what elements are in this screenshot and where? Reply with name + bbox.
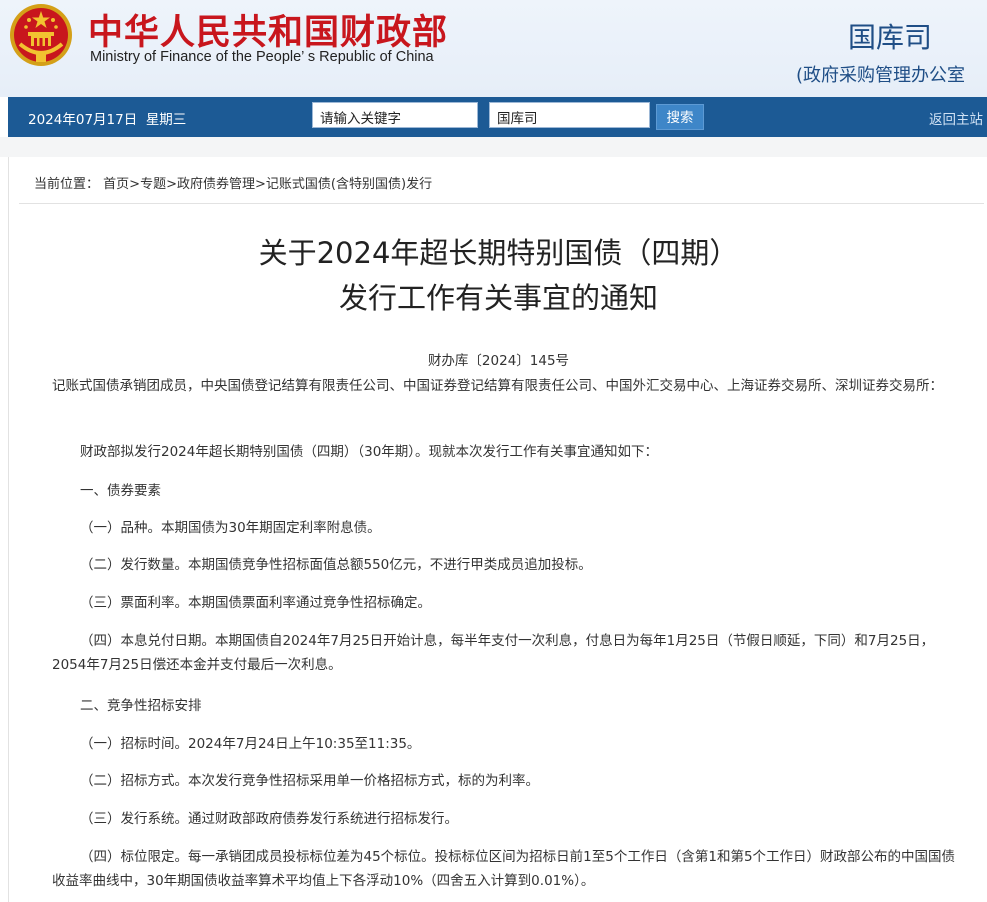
page-background-gap — [0, 137, 987, 157]
site-header: 中华人民共和国财政部 Ministry of Finance of the Pe… — [0, 0, 987, 97]
return-home-link[interactable]: 返回主站 — [929, 108, 983, 128]
breadcrumb-prefix: 当前位置： — [34, 177, 100, 192]
article-title-line1: 关于2024年超长期特别国债（四期） — [258, 236, 739, 270]
content-panel: 当前位置： 首页>专题>政府债券管理>记账式国债(含特别国债)发行 关于2024… — [8, 157, 987, 902]
document-number: 财办库〔2024〕145号 — [427, 353, 570, 369]
breadcrumb-separator: > — [129, 177, 141, 192]
search-button[interactable]: 搜索 — [656, 104, 704, 130]
site-title-cn[interactable]: 中华人民共和国财政部 — [88, 4, 448, 55]
weekday-text: 星期三 — [145, 112, 187, 128]
keyword-search-input[interactable]: 请输入关键字 — [312, 102, 478, 128]
section-heading-2: 二、竞争性招标安排 — [80, 698, 202, 714]
paragraph-s1-3: （三）票面利率。本期国债票面利率通过竞争性招标确定。 — [80, 595, 431, 611]
intro-paragraph: 财政部拟发行2024年超长期特别国债（四期）（30年期）。现就本次发行工作有关事… — [80, 444, 659, 460]
national-emblem-icon[interactable] — [8, 2, 74, 68]
paragraph-s2-4: （四）标位限定。每一承销团成员投标标位差为45个标位。投标标位区间为招标日前1至… — [52, 849, 956, 889]
paragraph-s2-1: （一）招标时间。2024年7月24日上午10:35至11:35。 — [80, 736, 421, 752]
department-subtitle: (政府采购管理办公室 — [796, 65, 966, 86]
top-nav-bar: 2024年07月17日 星期三 请输入关键字 国库司 搜索 返回主站 — [8, 97, 987, 137]
date-text: 2024年07月17日 — [28, 112, 138, 128]
article-title-line2: 发行工作有关事宜的通知 — [338, 281, 658, 315]
paragraph-s2-2: （二）招标方式。本次发行竞争性招标采用单一价格招标方式，标的为利率。 — [80, 773, 539, 789]
current-date: 2024年07月17日 星期三 — [28, 108, 186, 128]
search-scope-select[interactable]: 国库司 — [489, 102, 650, 128]
paragraph-s2-3: （三）发行系统。通过财政部政府债券发行系统进行招标发行。 — [80, 811, 458, 827]
breadcrumb-item-home[interactable]: 首页 — [103, 177, 129, 192]
paragraph-s1-2: （二）发行数量。本期国债竞争性招标面值总额550亿元，不进行甲类成员追加投标。 — [80, 557, 592, 573]
breadcrumb-item-bond-management[interactable]: 政府债券管理 — [177, 177, 255, 192]
section-heading-1: 一、债券要素 — [80, 483, 161, 499]
department-title: 国库司 — [848, 21, 933, 54]
breadcrumb-item-bond-issuance[interactable]: 记账式国债(含特别国债)发行 — [266, 177, 432, 192]
breadcrumb-divider — [19, 203, 984, 204]
paragraph-s1-4: （四）本息兑付日期。本期国债自2024年7月25日开始计息，每半年支付一次利息，… — [52, 633, 935, 673]
breadcrumb-item-topics[interactable]: 专题 — [140, 177, 166, 192]
recipients-paragraph: 记账式国债承销团成员，中央国债登记结算有限责任公司、中国证券登记结算有限责任公司… — [52, 378, 943, 394]
breadcrumb: 当前位置： 首页>专题>政府债券管理>记账式国债(含特别国债)发行 — [34, 173, 432, 192]
breadcrumb-separator: > — [255, 177, 266, 192]
article-title: 关于2024年超长期特别国债（四期） 发行工作有关事宜的通知 — [9, 231, 987, 321]
breadcrumb-separator: > — [166, 177, 177, 192]
site-title-en[interactable]: Ministry of Finance of the People’ s Rep… — [90, 49, 434, 65]
paragraph-s1-1: （一）品种。本期国债为30年期固定利率附息债。 — [80, 520, 381, 536]
